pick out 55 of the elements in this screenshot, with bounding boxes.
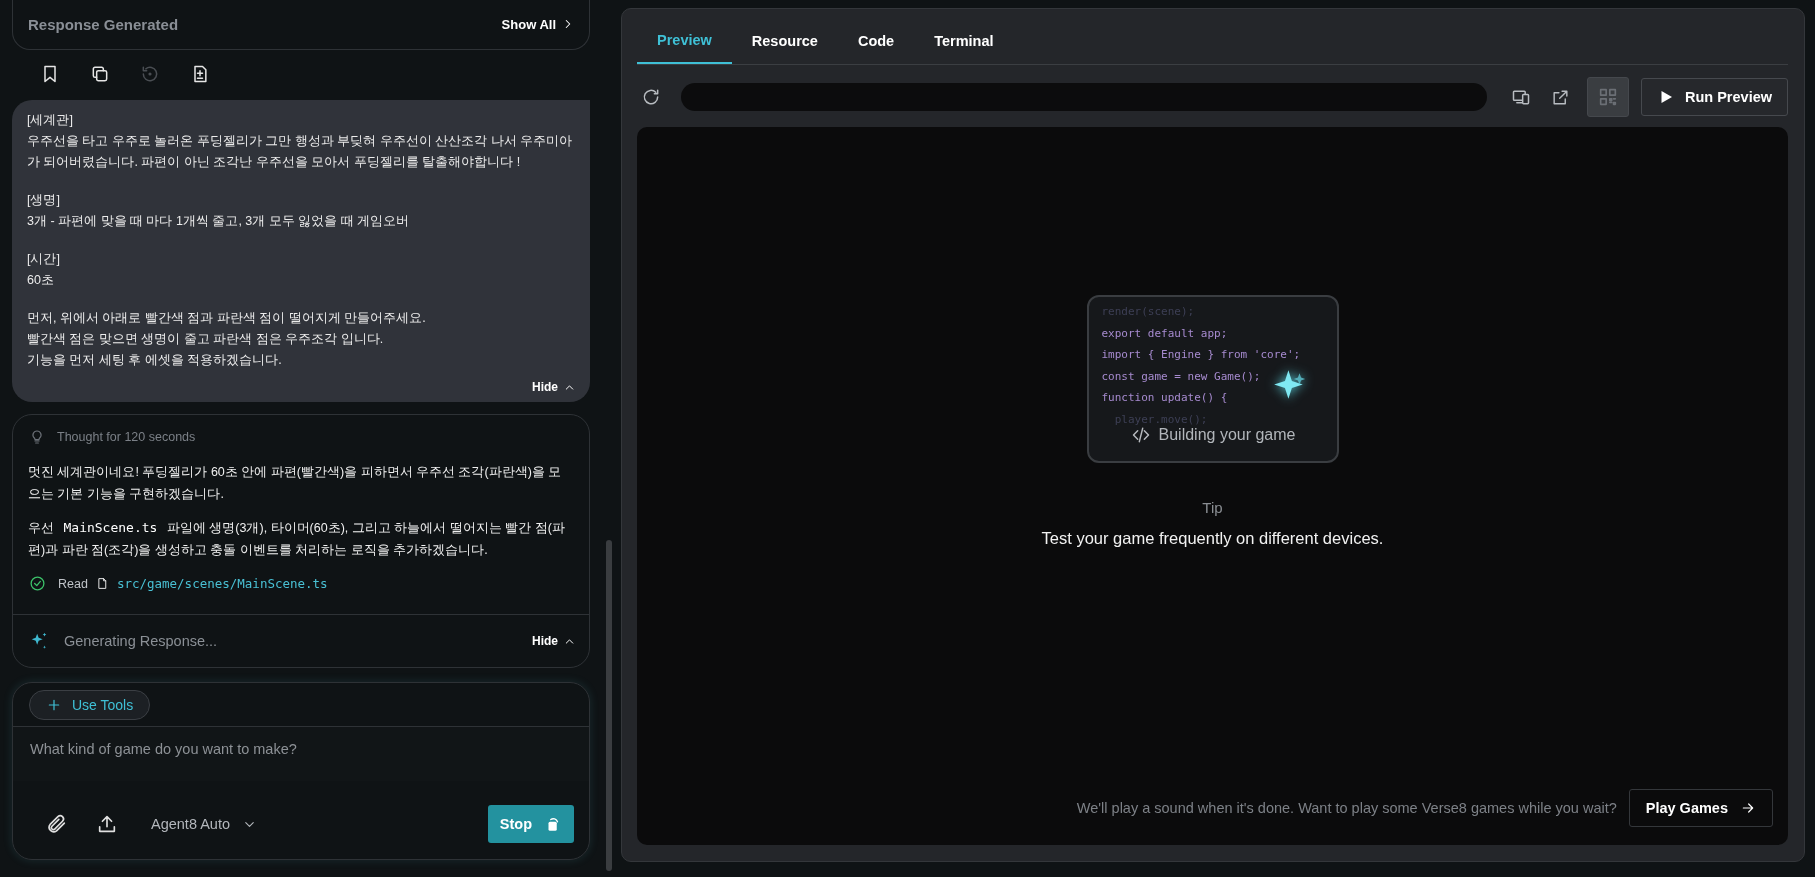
chat-input-panel[interactable]: Use Tools What kind of game do you want to make? Agent8 Auto Stop <box>12 682 590 860</box>
plus-icon <box>46 697 62 713</box>
code-line: import { Engine } from 'core'; <box>1101 347 1301 363</box>
devices-icon <box>1510 87 1531 107</box>
thought-label: Thought for 120 seconds <box>57 430 196 444</box>
qr-code-button[interactable] <box>1586 77 1629 117</box>
building-caption: Building your game <box>1158 426 1296 444</box>
message-text: 기능을 먼저 세팅 후 에셋을 적용하겠습니다. <box>27 352 283 369</box>
play-games-button[interactable]: Play Games <box>1628 789 1773 827</box>
run-preview-button[interactable]: Run Preview <box>1640 78 1788 116</box>
message-text: 3개 - 파편에 맞을 때 마다 1개씩 줄고, 3개 모두 잃었을 때 게임오버 <box>27 213 411 230</box>
copy-icon <box>90 64 110 84</box>
url-field[interactable] <box>681 83 1487 111</box>
show-all-button[interactable]: Show All <box>501 16 575 32</box>
external-link-icon <box>1551 87 1571 107</box>
file-path-link[interactable]: src/game/scenes/MainScene.ts <box>116 576 328 591</box>
footer-text: We'll play a sound when it's done. Want to play some Verse8 games while you wait? <box>1076 800 1617 816</box>
code-icon <box>1130 425 1151 445</box>
message-text: [시간] <box>27 251 61 268</box>
message-text: 빨간색 점은 맞으면 생명이 줄고 파란색 점은 우주조각 입니다. <box>27 331 385 348</box>
tab[interactable]: Code <box>837 29 915 64</box>
tool-action: Read <box>58 576 88 591</box>
code-line: function update() { <box>1101 390 1228 406</box>
message-text: [생명] <box>27 192 61 209</box>
tip-label: Tip <box>1202 499 1223 516</box>
prompt-field[interactable]: What kind of game do you want to make? <box>13 727 589 781</box>
code-line: const game = new Game(); <box>1101 368 1261 385</box>
message-text: 60초 <box>27 272 55 289</box>
stop-button[interactable]: Stop <box>487 805 574 843</box>
code-line: player.move(); <box>1113 411 1208 428</box>
assistant-text: 우선 MainScene.ts 파일에 생명(3개), 타이머(60초), 그리고 하늘에서 떨어지는 빨간 점(파편)과 파란 점(조각)을 생성하고 충돌 이벤트를 처리하는 로직을 추가하겠습니다. <box>28 519 566 559</box>
tab[interactable]: Resource <box>731 29 838 64</box>
upload-icon <box>96 813 118 835</box>
message-text: 우주선을 타고 우주로 놀러온 푸딩젤리가 그만 행성과 부딪혀 우주선이 산산조각 나서 우주미아가 되어버렸습니다. 파편이 아닌 조각난 우주선을 모아서 푸딩젤리를 탈출해야합니다 ! <box>27 133 574 171</box>
tip-text: Test your game frequently on different devices. <box>1041 529 1384 548</box>
tab[interactable]: Terminal <box>914 29 1014 64</box>
hide-button[interactable]: Hide <box>532 380 576 394</box>
arrow-right-icon <box>1740 800 1756 816</box>
use-tools-button[interactable]: Use Tools <box>29 690 151 720</box>
generating-status: Generating Response... <box>64 633 219 649</box>
lightbulb-icon <box>29 429 45 445</box>
code-line: render(scene); <box>1101 304 1195 320</box>
paperclip-icon <box>46 813 68 835</box>
code-line: export default app; <box>1101 325 1228 342</box>
check-circle-icon <box>29 575 46 592</box>
undo-icon <box>140 64 160 84</box>
response-title: Response Generated <box>28 15 179 33</box>
hide-button[interactable]: Hide <box>532 634 576 648</box>
tab[interactable]: Preview <box>637 29 732 64</box>
model-dropdown[interactable]: Agent8 Auto <box>151 816 257 832</box>
scrollbar[interactable] <box>606 540 612 871</box>
assistant-text: 멋진 세계관이네요! 푸딩젤리가 60초 안에 파편(빨간색)을 피하면서 우주선 조각(파란색)을 모으는 기본 기능을 구현하겠습니다. <box>28 464 563 503</box>
message-text: [세계관] <box>27 112 74 129</box>
refresh-icon <box>641 87 661 107</box>
message-text: 먼저, 위에서 아래로 빨간색 점과 파란색 점이 떨어지게 만들어주세요. <box>27 310 427 327</box>
